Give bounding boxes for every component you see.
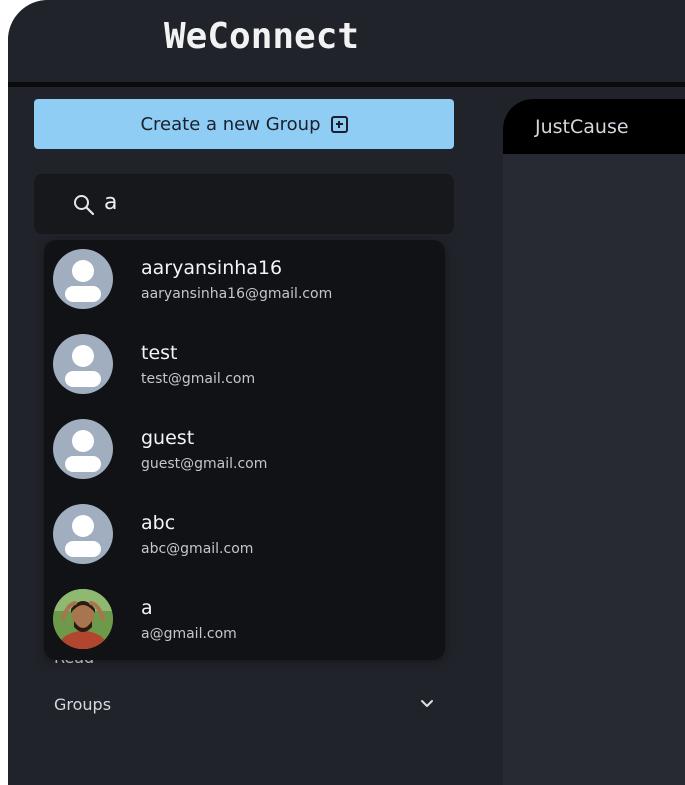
result-email: test@gmail.com [141,371,256,387]
app-header: WeConnect [8,0,685,82]
result-email: aaryansinha16@gmail.com [141,286,333,302]
section-groups-label: Groups [54,694,112,714]
create-group-button[interactable]: Create a new Group [34,99,454,149]
default-avatar-icon [53,419,113,479]
result-name: abc [141,512,176,534]
create-group-label: Create a new Group [140,113,321,135]
search-icon [74,195,95,216]
search-result-item[interactable]: aaryansinha16 aaryansinha16@gmail.com [44,240,445,325]
plus-square-icon [330,115,348,133]
default-avatar-icon [53,249,113,309]
chat-panel: JustCause [503,99,685,785]
search-value: a [104,190,118,215]
result-name: aaryansinha16 [141,257,283,279]
result-name: guest [141,427,195,449]
app-window: WeConnect Create a new Group a Groups aa… [8,0,685,785]
section-groups-toggle[interactable]: Groups [54,692,434,716]
search-result-item[interactable]: guest guest@gmail.com [44,410,445,495]
result-email: abc@gmail.com [141,541,254,557]
search-result-item[interactable]: a a@gmail.com [44,580,445,660]
result-name: test [141,342,178,364]
chevron-down-icon [421,700,433,707]
default-avatar-icon [53,504,113,564]
default-avatar-icon [53,334,113,394]
result-name: a [141,597,153,619]
user-photo-avatar [53,589,113,649]
search-results-dropdown: aaryansinha16 aaryansinha16@gmail.com te… [44,240,445,660]
chat-title: JustCause [535,116,629,138]
result-email: a@gmail.com [141,626,237,642]
app-logo: WeConnect [164,16,360,57]
chat-header: JustCause [503,99,685,154]
search-result-item[interactable]: abc abc@gmail.com [44,495,445,580]
sidebar: Create a new Group a Groups aaryansinha1… [8,87,498,785]
search-input[interactable]: a [34,174,454,234]
result-email: guest@gmail.com [141,456,268,472]
search-result-item[interactable]: test test@gmail.com [44,325,445,410]
